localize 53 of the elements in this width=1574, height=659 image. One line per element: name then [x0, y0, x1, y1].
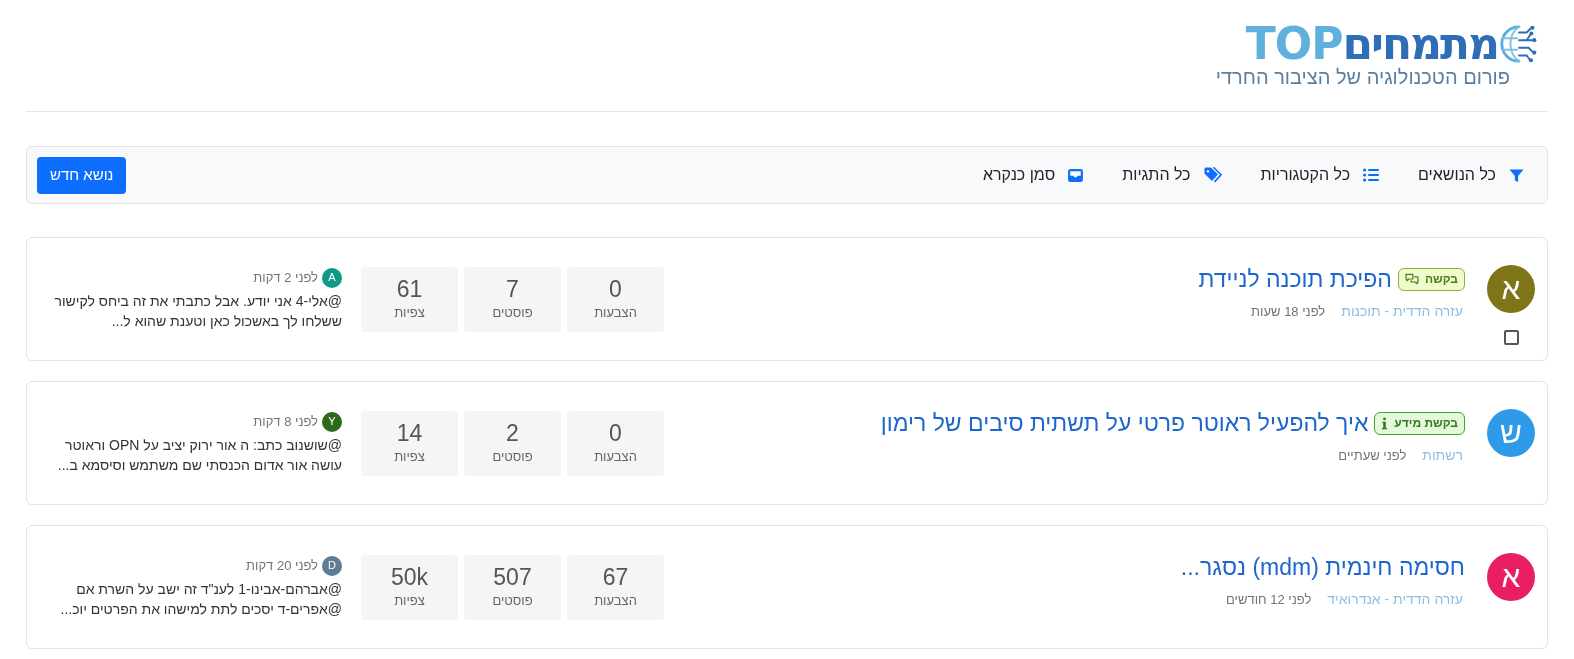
topic-time: לפני 12 חודשים [1226, 590, 1312, 609]
stat-label: צפיות [394, 592, 425, 610]
new-topic-button[interactable]: נושא חדש [37, 156, 127, 194]
post-excerpt: @שושנוב כתב: ה אור ירוק יציב על OPN וראוטר עושה אור אדום הכנסתי שם משתמש וסיסמא ב... [56, 435, 342, 475]
topic-title-link[interactable]: חסימה חינמית (mdm) נסגר... [1180, 552, 1465, 582]
topic-title-link[interactable]: הפיכת תוכנה לניידת [1198, 264, 1392, 294]
user-avatar[interactable]: ש [1487, 409, 1535, 457]
all-categories-link[interactable]: כל הקטגוריות [1260, 163, 1380, 187]
stat-label: פוסטים [492, 592, 533, 610]
stat-value: 14 [396, 420, 423, 446]
stat-value: 7 [506, 276, 519, 302]
filter-icon [1509, 167, 1524, 183]
inbox-icon [1068, 168, 1084, 182]
post-excerpt: @אברהם-אבינו-1 לענ"ד זה ישב על השרת אם @אפרים-ד יסכים לתת למישהו את הפרטים יוכ... [59, 579, 342, 619]
logo-title: מתמחים [1342, 22, 1498, 66]
tag-badge[interactable]: בקשת מידע [1374, 411, 1465, 435]
post-time: לפני 20 דקות [246, 556, 318, 575]
stat-value: 50k [390, 564, 429, 590]
user-avatar[interactable]: א [1487, 265, 1535, 313]
topic-time: לפני שעתיים [1338, 446, 1407, 465]
post-excerpt: @אלי-4 אני יודע. אבל כתבתי את זה ביחס לקישור ששלחו לך באשכול כאן וטענת שהוא ל... [53, 291, 342, 331]
tags-icon [1203, 167, 1222, 183]
stat-value: 61 [396, 276, 423, 302]
chat-bubbles-icon [1404, 273, 1419, 285]
user-avatar[interactable]: A [322, 267, 342, 288]
stat-label: הצבעות [594, 448, 637, 466]
stat-value: 2 [506, 420, 519, 446]
stat-label: צפיות [394, 304, 425, 322]
all-topics-link[interactable]: כל הנושאים [1418, 163, 1524, 187]
stat-value: 67 [602, 564, 629, 590]
user-avatar[interactable]: א [1487, 553, 1535, 601]
select-checkbox[interactable] [1503, 330, 1519, 345]
post-time: לפני 8 דקות [253, 412, 318, 431]
tag-badge[interactable]: בקשה [1397, 267, 1465, 291]
all-tags-link[interactable]: כל התגיות [1122, 163, 1222, 187]
stat-value: 0 [609, 276, 622, 302]
stat-value: 0 [609, 420, 622, 446]
logo-brand: TOP [1245, 22, 1343, 66]
stat-label: פוסטים [492, 448, 533, 466]
stat-value: 507 [493, 564, 532, 590]
list-icon [1363, 168, 1380, 182]
stat-label: הצבעות [594, 592, 637, 610]
topic-title-link[interactable]: איך להפעיל ראוטר פרטי על תשתית סיבים של רימון [880, 408, 1369, 438]
user-avatar[interactable]: Y [322, 411, 342, 432]
stat-label: צפיות [394, 448, 425, 466]
topic-time: לפני 18 שעות [1251, 302, 1326, 321]
stat-label: פוסטים [492, 304, 533, 322]
info-icon [1381, 416, 1389, 430]
user-avatar[interactable]: D [322, 555, 342, 576]
stat-label: הצבעות [594, 304, 637, 322]
mark-read-link[interactable]: סמן כנקרא [982, 163, 1084, 187]
post-time: לפני 2 דקות [253, 268, 318, 287]
logo-tagline: פורום הטכנולוגיה של הציבור החרדי [1215, 66, 1510, 88]
